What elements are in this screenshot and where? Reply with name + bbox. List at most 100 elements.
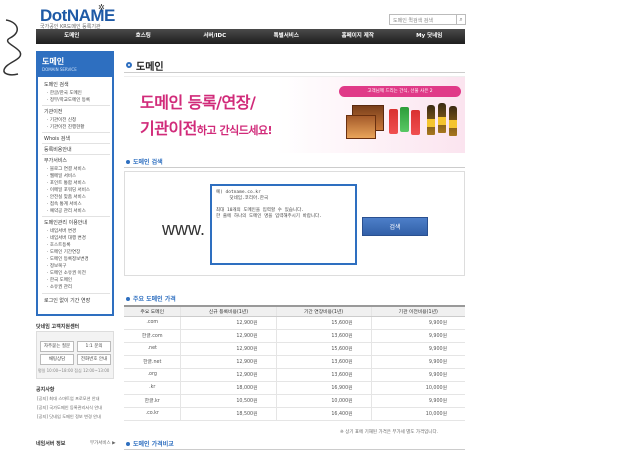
section-divider (124, 449, 465, 450)
table-cell: 10,000원 (370, 381, 465, 395)
section-divider (124, 167, 465, 168)
sidebar-subitem[interactable]: · 한국 도메인 (47, 277, 72, 283)
section-bullet-icon (126, 160, 130, 164)
table-row: 한글.net 12,900원 13,600원 9,900원 (124, 355, 465, 369)
chat-button[interactable]: 채팅상담 (40, 354, 74, 365)
sidebar-subitem[interactable]: · 정부/학교도메인 등록 (47, 97, 90, 103)
search-icon[interactable]: ⌕ (457, 14, 466, 25)
sidebar-divider (42, 105, 110, 106)
sidebar-subitem[interactable]: · 도메인 등록정보변경 (47, 256, 89, 262)
table-cell: 9,900원 (370, 355, 465, 369)
sidebar-subitem[interactable]: · 접속 통계 서비스 (47, 201, 82, 207)
notice-item[interactable]: [공지] 최대 스마트업 프로모션 안내 (37, 396, 100, 402)
nav-server-idc[interactable]: 서버/IDC (179, 29, 251, 44)
sidebar-subitem[interactable]: · 기관이전 신청 (47, 117, 76, 123)
sidebar-subitem[interactable]: · 정보복구 (47, 263, 66, 269)
sidebar-subitem[interactable]: · 예약공 관리 서비스 (47, 208, 86, 214)
table-cell: 15,600원 (275, 342, 372, 356)
sidebar-item-whois[interactable]: Whois 검색 (44, 135, 70, 142)
sidebar-subitem[interactable]: · 네임서버 대행 변경 (47, 235, 86, 241)
table-cell: 9,900원 (370, 342, 465, 356)
sidebar-item-renew-no-login[interactable]: 로그인 없이 기간 연장 (44, 297, 90, 304)
nav-my-dotname[interactable]: My 닷네임 (394, 29, 466, 44)
title-divider (124, 72, 465, 73)
table-cell: 9,900원 (370, 394, 465, 408)
price-header-cell: 기관 이전비용(1년) (370, 305, 465, 317)
price-table: 주요 도메인 신규 등록비용(1년) 기간 연장비용(1년) 기관 이전비용(1… (124, 305, 465, 421)
snack-can-image (400, 107, 409, 132)
banner-headline-2-big: 기관이전 (140, 119, 197, 138)
global-nav: 도메인 호스팅 서버/IDC 특별서비스 홈페이지 제작 My 닷네임 (36, 29, 465, 44)
more-link[interactable]: 부가서비스 ▶ (90, 440, 116, 446)
drink-bottle-image (438, 103, 446, 133)
table-row: .com 12,900원 15,600원 9,900원 (124, 316, 465, 330)
quick-search-input[interactable]: 도메인 퀵검색 검색 (389, 14, 457, 25)
domain-search-button[interactable]: 검색 (362, 217, 428, 236)
table-row: .net 12,900원 15,600원 9,900원 (124, 342, 465, 356)
sidebar-subitem[interactable]: · 도메인 기간연장 (47, 249, 80, 255)
price-note: ※ 상기 표에 기재된 가격은 부가세 별도 가격입니다. (340, 430, 439, 435)
table-cell: 10,000원 (275, 394, 372, 408)
table-cell: 9,900원 (370, 329, 465, 343)
sidebar-item-fees[interactable]: 등록비용안내 (44, 146, 72, 153)
table-row: .kr 18,000원 16,900원 10,000원 (124, 381, 465, 395)
domain-search-title: 도메인 검색 (133, 159, 163, 166)
section-bullet-icon (126, 297, 130, 301)
promo-banner[interactable]: 도메인 등록/연장/ 기관이전하고 간식드세요! 고객님께 드리는 간식, 선물… (124, 76, 465, 153)
sidebar-subitem[interactable]: · 호스트등록 (47, 242, 71, 248)
sidebar-subitem[interactable]: · 소유권 관리 (47, 284, 72, 290)
table-cell: 12,900원 (180, 329, 277, 343)
sidebar-divider (42, 132, 110, 133)
www-prefix: www. (162, 219, 206, 239)
sidebar-subitem[interactable]: · 이메일 포워딩 서비스 (47, 187, 90, 193)
nav-hosting[interactable]: 호스팅 (108, 29, 180, 44)
price-section-title: 주요 도메인 가격 (133, 296, 176, 303)
banner-tag: 고객님께 드리는 간식, 선물 사은 2 (339, 86, 461, 97)
sidebar-subitem[interactable]: · 도메인 소유권 이전 (47, 270, 86, 276)
table-cell: 12,900원 (180, 368, 277, 382)
sidebar-item-domain-search[interactable]: 도메인 검색 (44, 81, 69, 88)
domain-textarea-text: 예) dotname.co.kr 닷네임.코리아.한국 최대 10개의 도메인을… (216, 190, 322, 219)
sidebar-item-addon[interactable]: 부가서비스 (44, 157, 67, 164)
sidebar-subitem[interactable]: · 네임서버 변경 (47, 228, 76, 234)
sidebar-subitem[interactable]: · 블로그 연결 서비스 (47, 166, 86, 172)
table-row: .org 12,900원 13,600원 9,900원 (124, 368, 465, 382)
sidebar-subitem[interactable]: · 포인트 통합 서비스 (47, 180, 86, 186)
nav-special-service[interactable]: 특별서비스 (251, 29, 323, 44)
sidebar-subtitle: DOMAIN SERVICE (42, 67, 77, 72)
domain-search-area: www. 예) dotname.co.kr 닷네임.코리아.한국 최대 10개의… (124, 171, 465, 276)
notice-item[interactable]: [공지] 닷네임 도메인 정보 변경 안내 (37, 414, 101, 420)
sidebar-subitem[interactable]: · 기관이전 진행현황 (47, 124, 84, 130)
table-cell: .kr (124, 381, 181, 395)
nav-domain[interactable]: 도메인 (36, 29, 108, 44)
banner-headline-2: 기관이전하고 간식드세요! (140, 115, 273, 139)
sidebar-subitem[interactable]: · 한글/한국 도메인 (47, 90, 82, 96)
sidebar-item-management[interactable]: 도메인관리 이용안내 (44, 219, 87, 226)
title-bullet-icon (126, 62, 132, 68)
scribble-decoration (3, 19, 22, 76)
table-cell: 12,900원 (180, 316, 277, 330)
sidebar-header: 도메인 DOMAIN SERVICE (38, 53, 112, 77)
snack-can-image (411, 110, 420, 135)
table-cell: 16,400원 (275, 407, 372, 421)
customer-center-hours: 평일 10:00~18:00 점심 12:00~13:00 (38, 368, 110, 373)
faq-button[interactable]: 자주묻는 질문 (40, 341, 74, 352)
one-on-one-button[interactable]: 1:1 문의 (77, 341, 111, 352)
domain-search-textarea[interactable]: 예) dotname.co.kr 닷네임.코리아.한국 최대 10개의 도메인을… (210, 184, 357, 265)
table-cell: 한글.com (124, 329, 181, 343)
price-compare-title: 도메인 가격비교 (133, 441, 174, 448)
notice-item[interactable]: [공지] 국가도메인 등록관리서식 안내 (37, 405, 102, 411)
table-cell: .net (124, 342, 181, 356)
sidebar-subitem[interactable]: · 웹메일 서비스 (47, 173, 76, 179)
table-row: .co.kr 18,500원 16,400원 10,000원 (124, 407, 465, 421)
table-cell: 13,600원 (275, 355, 372, 369)
table-cell: 18,000원 (180, 381, 277, 395)
sidebar-subitem[interactable]: · 안전실 맞춤 서비스 (47, 194, 86, 200)
nav-homepage[interactable]: 홈페이지 제작 (322, 29, 394, 44)
price-header-cell: 주요 도메인 (124, 305, 181, 317)
drink-bottle-image (427, 105, 435, 135)
phone-info-button[interactable]: 전화번호 안내 (77, 354, 111, 365)
sidebar-divider (42, 143, 110, 144)
sidebar-item-transfer[interactable]: 기관이전 (44, 108, 62, 115)
banner-headline-2-small: 하고 간식드세요! (196, 124, 273, 137)
